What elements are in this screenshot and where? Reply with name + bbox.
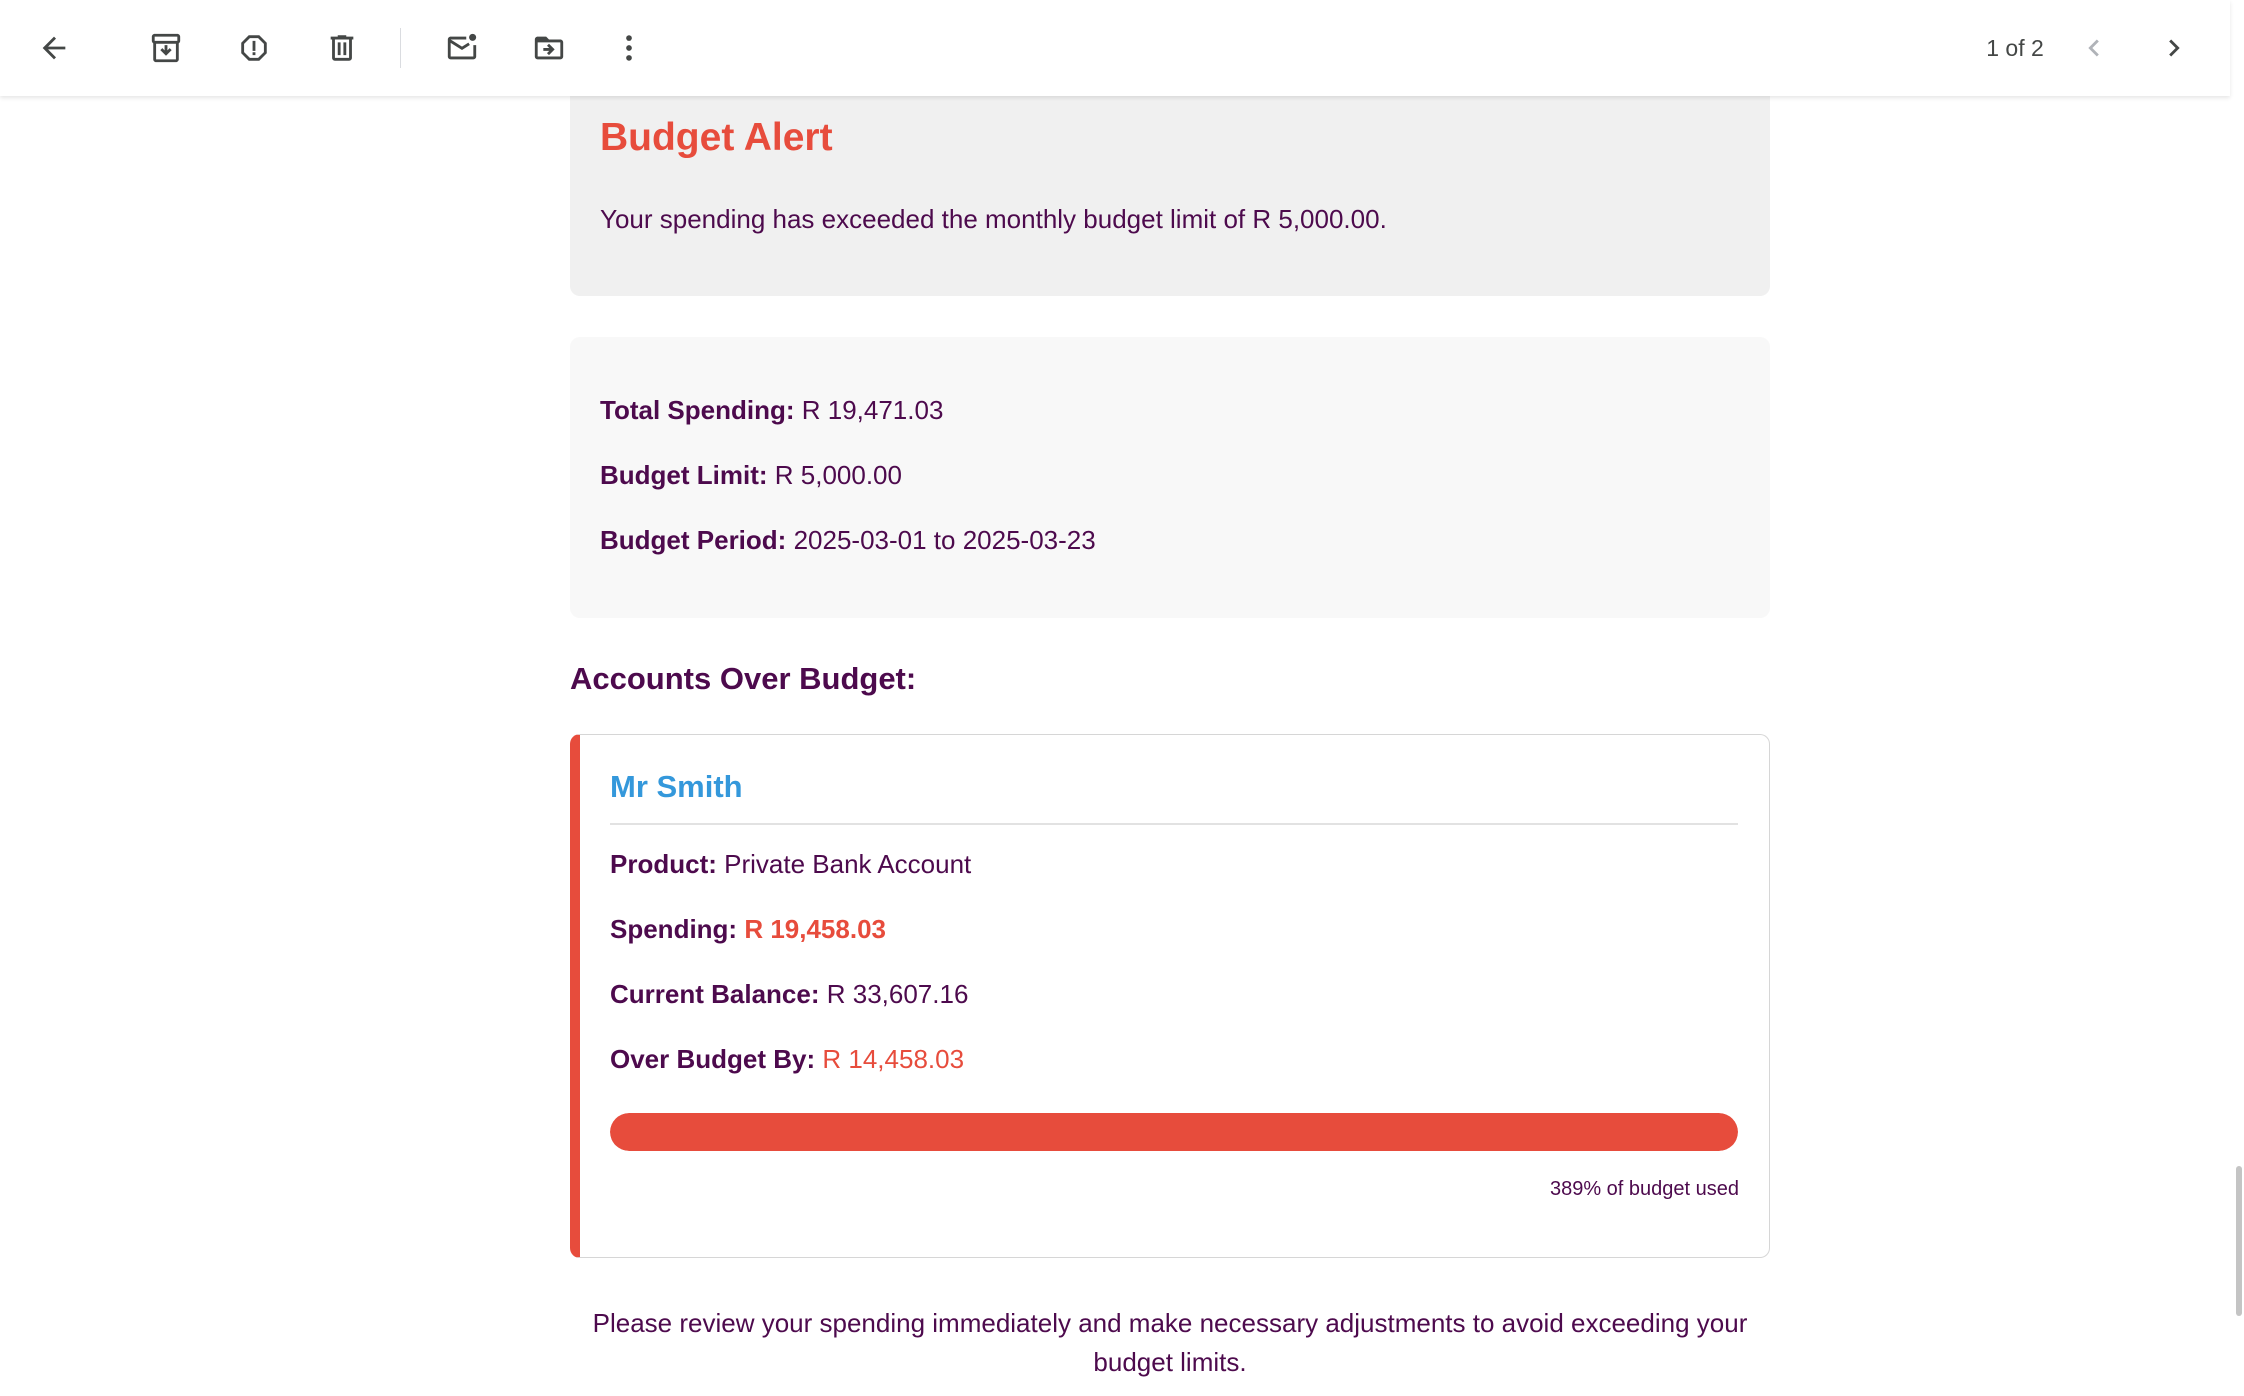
budget-progress-fill — [610, 1113, 1738, 1151]
chevron-left-icon — [2088, 39, 2099, 57]
mark-unread-button[interactable] — [434, 20, 490, 76]
product-value: Private Bank Account — [724, 849, 972, 879]
toolbar-divider — [400, 28, 401, 68]
move-to-button[interactable] — [521, 20, 577, 76]
more-vert-icon — [626, 35, 632, 61]
account-card: Mr Smith Product: Private Bank Account S… — [570, 734, 1770, 1258]
back-button[interactable] — [26, 20, 82, 76]
budget-period-label: Budget Period: — [600, 525, 787, 555]
account-divider — [610, 823, 1738, 825]
spending-row: Spending: R 19,458.03 — [610, 914, 886, 945]
previous-email-button[interactable] — [2066, 20, 2122, 76]
budget-summary: Total Spending: R 19,471.03 Budget Limit… — [570, 337, 1770, 618]
pagination-count: 1 of 2 — [1986, 35, 2044, 61]
budget-limit-row: Budget Limit: R 5,000.00 — [600, 460, 902, 491]
archive-icon — [151, 33, 181, 63]
delete-button[interactable] — [314, 20, 370, 76]
budget-limit-label: Budget Limit: — [600, 460, 768, 490]
archive-button[interactable] — [138, 20, 194, 76]
current-balance-value: R 33,607.16 — [826, 979, 969, 1009]
over-budget-row: Over Budget By: R 14,458.03 — [610, 1044, 964, 1075]
spending-value: R 19,458.03 — [744, 914, 886, 944]
total-spending-value: R 19,471.03 — [801, 395, 944, 425]
chevron-right-icon — [2169, 39, 2180, 57]
budget-alert-banner: Budget Alert Your spending has exceeded … — [570, 80, 1770, 296]
trash-icon — [330, 35, 354, 61]
budget-progress-bar — [610, 1113, 1738, 1151]
total-spending-label: Total Spending: — [600, 395, 795, 425]
report-spam-icon — [241, 35, 267, 61]
budget-period-value: 2025-03-01 to 2025-03-23 — [793, 525, 1096, 555]
product-label: Product: — [610, 849, 717, 879]
mark-unread-icon — [447, 33, 477, 60]
next-email-button[interactable] — [2146, 20, 2202, 76]
email-toolbar: 1 of 2 — [0, 0, 2230, 96]
report-spam-button[interactable] — [226, 20, 282, 76]
current-balance-label: Current Balance: — [610, 979, 820, 1009]
alert-title: Budget Alert — [600, 116, 833, 159]
current-balance-row: Current Balance: R 33,607.16 — [610, 979, 968, 1010]
budget-usage-caption: 389% of budget used — [1549, 1178, 1739, 1200]
spending-label: Spending: — [610, 914, 738, 944]
more-options-button[interactable] — [601, 20, 657, 76]
move-to-folder-icon — [534, 36, 564, 60]
product-row: Product: Private Bank Account — [610, 849, 971, 880]
arrow-left-icon — [42, 36, 66, 60]
alert-message: Your spending has exceeded the monthly b… — [600, 204, 1387, 234]
total-spending-row: Total Spending: R 19,471.03 — [600, 395, 943, 426]
scrollbar-thumb[interactable] — [2236, 1166, 2242, 1316]
over-budget-value: R 14,458.03 — [822, 1044, 965, 1074]
accounts-over-budget-heading: Accounts Over Budget: — [570, 661, 917, 696]
budget-period-row: Budget Period: 2025-03-01 to 2025-03-23 — [600, 525, 1096, 556]
review-spending-note: Please review your spending immediately … — [592, 1308, 1748, 1377]
account-holder-name: Mr Smith — [610, 769, 743, 804]
over-budget-label: Over Budget By: — [610, 1044, 816, 1074]
budget-limit-value: R 5,000.00 — [774, 460, 902, 490]
